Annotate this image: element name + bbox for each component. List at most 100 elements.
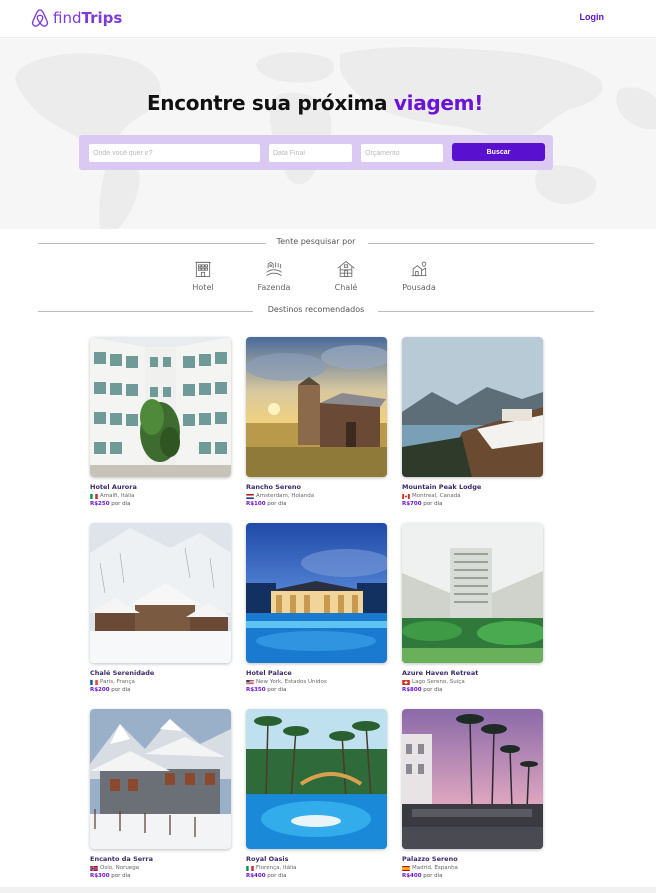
destination-location-text: Montreal, Canadá: [412, 493, 461, 499]
destination-price: R$400 por dia: [246, 873, 387, 879]
destination-name: Hotel Palace: [246, 669, 292, 677]
italy-flag-icon: [246, 865, 254, 871]
price-amount: R$400: [246, 873, 266, 879]
destination-name: Rancho Sereno: [246, 483, 302, 491]
search-button[interactable]: Buscar: [452, 143, 545, 161]
france-flag-icon: [90, 679, 98, 685]
destination-photo: [246, 337, 387, 477]
italy-flag-icon: [90, 493, 98, 499]
destination-location-text: Paris, França: [100, 679, 135, 685]
night-pool-palace-photo-icon: [246, 523, 387, 663]
category-pousada[interactable]: Pousada: [389, 259, 449, 292]
destination-location: Amsterdam, Holanda: [246, 493, 387, 499]
destination-name: Royal Oasis: [246, 855, 289, 863]
destination-card[interactable]: Hotel Aurora Amalfi, Itália R$250 por di…: [90, 337, 231, 507]
login-link[interactable]: Login: [580, 12, 605, 22]
destination-location-text: Amsterdam, Holanda: [256, 493, 315, 499]
destination-photo: [90, 337, 231, 477]
destination-price: R$400 por dia: [402, 873, 543, 879]
findtrips-logo[interactable]: findTrips: [31, 8, 122, 28]
inn-icon: [411, 261, 427, 277]
destination-location-text: Lago Sereno, Suiça: [412, 679, 465, 685]
destination-location: Oslo, Noruega: [90, 865, 231, 871]
price-amount: R$400: [402, 873, 422, 879]
destination-price: R$200 por dia: [90, 687, 231, 693]
destination-photo: [246, 709, 387, 849]
switzerland-flag-icon: [402, 679, 410, 685]
destination-name: Azure Haven Retreat: [402, 669, 479, 677]
logo-bold: Trips: [81, 9, 123, 27]
hero-title-main: Encontre sua próxima: [146, 91, 394, 115]
end-date-input[interactable]: [269, 144, 352, 162]
destination-name: Palazzo Sereno: [402, 855, 458, 863]
price-amount: R$300: [90, 873, 110, 879]
destination-card[interactable]: Encanto da Serra Oslo, Noruega R$300 por…: [90, 709, 231, 879]
destination-card[interactable]: Chalé Serenidade Paris, França R$200 por…: [90, 523, 231, 693]
category-hotel[interactable]: Hotel: [173, 259, 233, 292]
destination-name: Hotel Aurora: [90, 483, 137, 491]
destination-photo: [402, 337, 543, 477]
category-chale[interactable]: Chalé: [316, 259, 376, 292]
destination-name: Mountain Peak Lodge: [402, 483, 482, 491]
destination-card[interactable]: Rancho Sereno Amsterdam, Holanda R$100 p…: [246, 337, 387, 507]
hero-section: Encontre sua próxima viagem! Buscar: [0, 39, 656, 229]
destination-price: R$350 por dia: [246, 687, 387, 693]
airbnb-style-logo-icon: [31, 9, 49, 27]
usa-flag-icon: [246, 679, 254, 685]
farm-icon: [266, 261, 282, 277]
tower-resort-photo-icon: [402, 523, 543, 663]
sunset-palm-terrace-photo-icon: [402, 709, 543, 849]
snow-chalet-photo-icon: [90, 523, 231, 663]
chalet-icon: [337, 260, 355, 277]
destination-location: Lago Sereno, Suiça: [402, 679, 543, 685]
destination-location-text: Oslo, Noruega: [100, 865, 140, 871]
destination-card[interactable]: Royal Oasis Florença, Itália R$400 por d…: [246, 709, 387, 879]
destination-location-text: Madrid, Espanha: [412, 865, 458, 871]
canada-flag-icon: [402, 493, 410, 499]
hotel-building-icon: [195, 261, 211, 277]
category-fazenda-label: Fazenda: [257, 283, 291, 292]
price-period: por dia: [267, 501, 287, 507]
destinations-label: Destinos recomendados: [267, 305, 365, 314]
category-chale-label: Chalé: [334, 283, 358, 292]
destination-photo: [402, 709, 543, 849]
price-period: por dia: [111, 687, 131, 693]
stone-chalet-snow-photo-icon: [90, 709, 231, 849]
category-pousada-label: Pousada: [402, 283, 436, 292]
budget-input[interactable]: [361, 144, 443, 162]
category-fazenda[interactable]: Fazenda: [244, 259, 304, 292]
hero-title-accent: viagem!: [393, 91, 484, 115]
spain-flag-icon: [402, 865, 410, 871]
destination-input[interactable]: [89, 144, 260, 162]
destination-card[interactable]: Azure Haven Retreat Lago Sereno, Suiça R…: [402, 523, 543, 693]
destination-name: Encanto da Serra: [90, 855, 153, 863]
try-search-label: Tente pesquisar por: [276, 237, 356, 246]
try-search-divider: Tente pesquisar por: [38, 237, 594, 249]
price-period: por dia: [111, 873, 131, 879]
destination-photo: [90, 709, 231, 849]
price-period: por dia: [267, 687, 287, 693]
mountain-lake-bed-photo-icon: [402, 337, 543, 477]
destination-location: New York, Estados Unidos: [246, 679, 387, 685]
destination-location: Paris, França: [90, 679, 231, 685]
top-header: findTrips Login: [0, 0, 656, 38]
price-period: por dia: [423, 873, 443, 879]
price-period: por dia: [423, 501, 443, 507]
destinations-divider: Destinos recomendados: [38, 305, 594, 317]
hotel-courtyard-photo-icon: [90, 337, 231, 477]
footer-band: [0, 887, 656, 893]
norway-flag-icon: [90, 865, 98, 871]
world-map-background-icon: [15, 47, 656, 229]
price-period: por dia: [267, 873, 287, 879]
destination-location: Amalfi, Itália: [90, 493, 231, 499]
destination-card[interactable]: Mountain Peak Lodge Montreal, Canadá R$7…: [402, 337, 543, 507]
price-amount: R$250: [90, 501, 110, 507]
destination-card[interactable]: Hotel Palace New York, Estados Unidos R$…: [246, 523, 387, 693]
destination-location-text: Amalfi, Itália: [100, 493, 135, 499]
destination-card[interactable]: Palazzo Sereno Madrid, Espanha R$400 por…: [402, 709, 543, 879]
search-bar: Buscar: [79, 135, 553, 170]
price-amount: R$700: [402, 501, 422, 507]
destination-price: R$700 por dia: [402, 501, 543, 507]
destination-photo: [90, 523, 231, 663]
price-amount: R$800: [402, 687, 422, 693]
